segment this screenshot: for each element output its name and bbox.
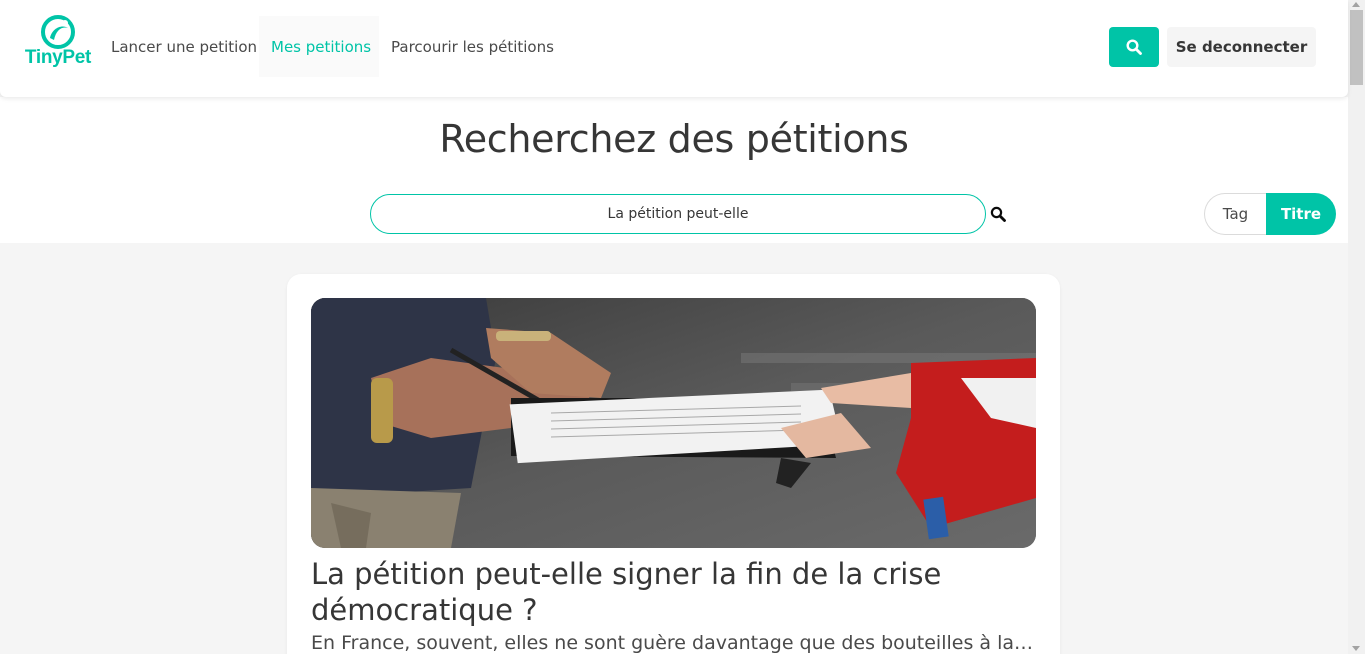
- toggle-title-button[interactable]: Titre: [1266, 193, 1336, 235]
- search-icon: [1126, 39, 1142, 55]
- top-navbar: TinyPet Lancer une petition Mes petition…: [0, 0, 1348, 97]
- logo-swirl-icon: [41, 15, 75, 49]
- search-mode-toggle: Tag Titre: [1204, 193, 1336, 235]
- petition-title[interactable]: La pétition peut-elle signer la fin de l…: [311, 556, 1036, 628]
- nav-my-petitions[interactable]: Mes petitions: [259, 16, 379, 77]
- logout-button[interactable]: Se deconnecter: [1167, 27, 1316, 67]
- tinypet-logo[interactable]: TinyPet: [18, 14, 98, 74]
- petition-excerpt: En France, souvent, elles ne sont guère …: [311, 632, 1036, 654]
- scroll-down-arrow-icon[interactable]: [1352, 646, 1360, 651]
- nav-launch-petition[interactable]: Lancer une petition: [99, 16, 269, 77]
- scrollbar-thumb[interactable]: [1350, 10, 1363, 85]
- petition-image[interactable]: [311, 298, 1036, 548]
- petition-card[interactable]: La pétition peut-elle signer la fin de l…: [287, 274, 1060, 654]
- petition-search-input[interactable]: [370, 194, 986, 234]
- page-scrollbar[interactable]: [1348, 0, 1365, 654]
- page-title: Recherchez des pétitions: [439, 117, 909, 161]
- logo-text: TinyPet: [24, 47, 92, 68]
- nav-browse-petitions[interactable]: Parcourir les pétitions: [379, 16, 566, 77]
- navbar-search-button[interactable]: [1109, 27, 1159, 67]
- scroll-up-arrow-icon[interactable]: [1352, 2, 1360, 7]
- search-hero: Recherchez des pétitions Tag Titre: [0, 97, 1348, 243]
- toggle-tag-button[interactable]: Tag: [1204, 193, 1266, 235]
- petition-photo: [311, 298, 1036, 548]
- search-icon[interactable]: [990, 206, 1006, 222]
